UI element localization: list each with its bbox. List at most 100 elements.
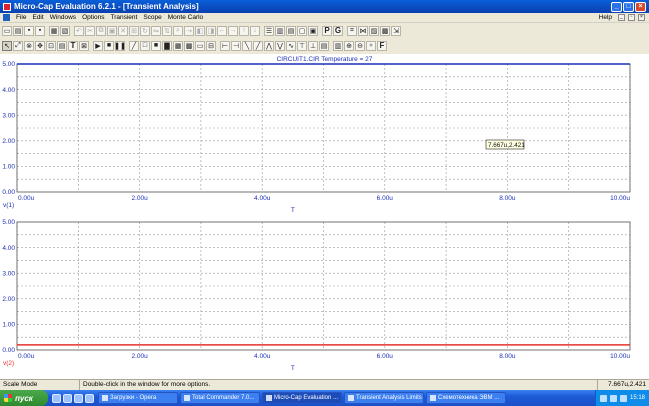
title-bar[interactable]: Micro-Cap Evaluation 6.2.1 - [Transient … <box>0 0 649 13</box>
fill-tool-icon[interactable]: ■ <box>151 40 161 51</box>
low-icon[interactable]: ⋁ <box>275 40 285 51</box>
clear-icon[interactable]: ✕ <box>118 25 128 36</box>
arrow-right-icon[interactable]: → <box>228 25 238 36</box>
cascade-icon[interactable]: ▤ <box>286 25 296 36</box>
find-icon[interactable]: ⌕ <box>173 25 183 36</box>
start-button[interactable]: пуск <box>0 390 48 406</box>
mdi-restore-button[interactable]: ▫ <box>628 14 635 21</box>
plot-pane-top[interactable]: 5.00 4.00 3.00 2.00 1.00 0.000.00u 2.00u 4.00u 6… <box>2 61 631 214</box>
properties-button[interactable]: P <box>322 25 332 36</box>
stop-icon[interactable]: ■ <box>104 40 114 51</box>
bring-front-icon[interactable]: ◧ <box>195 25 205 36</box>
table-icon[interactable]: ▤ <box>319 40 329 51</box>
tile-horizontal-icon[interactable]: ☰ <box>264 25 274 36</box>
select-arrow-icon[interactable]: ↖ <box>2 40 12 51</box>
window-next-icon[interactable]: ▣ <box>308 25 318 36</box>
grid-fine-icon[interactable]: ▦ <box>173 40 183 51</box>
print-preview-icon[interactable]: ▧ <box>60 25 70 36</box>
probe-icon[interactable]: ▨ <box>369 25 379 36</box>
print-icon[interactable]: ▦ <box>49 25 59 36</box>
menu-scope[interactable]: Scope <box>140 14 164 21</box>
flip-icon[interactable]: ⇅ <box>162 25 172 36</box>
menu-monte-carlo[interactable]: Monte Carlo <box>165 14 206 21</box>
grid-icon[interactable]: ▩ <box>184 40 194 51</box>
link-icon[interactable]: ⊗ <box>24 40 34 51</box>
minimize-button[interactable]: _ <box>611 1 622 12</box>
text-tool-button[interactable]: T <box>68 40 78 51</box>
menu-windows[interactable]: Windows <box>47 14 79 21</box>
send-back-icon[interactable]: ◨ <box>206 25 216 36</box>
menu-file[interactable]: File <box>13 14 29 21</box>
scale-mode-icon[interactable]: ⤢ <box>13 40 23 51</box>
arrow-left-icon[interactable]: ← <box>217 25 227 36</box>
taskbar-item[interactable]: Transient Analysis Limits <box>344 392 424 404</box>
menu-help[interactable]: Help <box>596 14 615 21</box>
taskbar-item[interactable]: Загрузки - Opera <box>98 392 178 404</box>
close-button[interactable]: × <box>635 1 646 12</box>
mdi-minimize-button[interactable]: _ <box>618 14 625 21</box>
global-high-icon[interactable]: ⊤ <box>297 40 307 51</box>
run-icon[interactable]: ▶ <box>93 40 103 51</box>
quick-launch-icon[interactable] <box>63 393 72 403</box>
document-icon[interactable] <box>3 14 10 21</box>
transient-plot[interactable]: 5.004.003.002.001.000.000.00u 2.00u 4.00u 6… <box>0 54 649 379</box>
help-icon[interactable]: ⇲ <box>391 25 401 36</box>
tile-vertical-icon[interactable]: ▥ <box>275 25 285 36</box>
taskbar-item[interactable]: Total Commander 7.0... <box>180 392 260 404</box>
data-points-icon[interactable]: ▥ <box>333 40 343 51</box>
quick-launch-icon[interactable] <box>74 393 83 403</box>
global-low-icon[interactable]: ⊥ <box>308 40 318 51</box>
undo-icon[interactable]: ↶ <box>74 25 84 36</box>
slope-icon[interactable]: ╱ <box>253 40 263 51</box>
tag-icon[interactable]: ⊠ <box>79 40 89 51</box>
line-tool-icon[interactable]: ╱ <box>129 40 139 51</box>
high-icon[interactable]: ⋀ <box>264 40 274 51</box>
peak-left-icon[interactable]: ⊢ <box>220 40 230 51</box>
quick-launch-icon[interactable] <box>85 393 94 403</box>
taskbar-item[interactable]: Схемотехника ЭВМ ... <box>426 392 506 404</box>
cut-icon[interactable]: ✂ <box>85 25 95 36</box>
menu-transient[interactable]: Transient <box>107 14 140 21</box>
save-icon[interactable]: ▪ <box>24 25 34 36</box>
quick-launch-icon[interactable] <box>52 393 61 403</box>
menu-options[interactable]: Options <box>79 14 107 21</box>
open-folder-icon[interactable]: ▤ <box>13 25 23 36</box>
select-all-icon[interactable]: ⊞ <box>129 25 139 36</box>
valley-icon[interactable]: ╲ <box>242 40 252 51</box>
zoom-out-icon[interactable]: ⊖ <box>355 40 365 51</box>
tray-icon[interactable] <box>619 394 627 402</box>
mdi-close-button[interactable]: × <box>638 14 645 21</box>
new-file-icon[interactable]: ▭ <box>2 25 12 36</box>
arrow-up-icon[interactable]: ↑ <box>239 25 249 36</box>
disabled-icon[interactable]: ● <box>366 40 376 51</box>
box-icon[interactable]: ▭ <box>195 40 205 51</box>
maximize-button[interactable]: □ <box>623 1 634 12</box>
globals-button[interactable]: G <box>333 25 343 36</box>
paste-icon[interactable]: ▣ <box>107 25 117 36</box>
cursor-readout[interactable]: 7.667u,2.421 <box>485 139 525 150</box>
cursor-mode-icon[interactable]: ✥ <box>35 40 45 51</box>
step-icon[interactable]: ⇢ <box>184 25 194 36</box>
analysis-icon[interactable]: ⋈ <box>358 25 368 36</box>
zoom-in-icon[interactable]: ⊕ <box>344 40 354 51</box>
mirror-icon[interactable]: ⇋ <box>151 25 161 36</box>
font-button[interactable]: F <box>377 40 387 51</box>
arrow-down-icon[interactable]: ↓ <box>250 25 260 36</box>
rectangle-tool-icon[interactable]: □ <box>140 40 150 51</box>
inflection-icon[interactable]: ∿ <box>286 40 296 51</box>
menu-edit[interactable]: Edit <box>29 14 46 21</box>
rotate-icon[interactable]: ↻ <box>140 25 150 36</box>
save-all-icon[interactable]: ▪ <box>35 25 45 36</box>
peak-right-icon[interactable]: ⊣ <box>231 40 241 51</box>
taskbar-item-active[interactable]: Micro-Cap Evaluation ... <box>262 392 342 404</box>
split-icon[interactable]: ⊟ <box>206 40 216 51</box>
filled-rect-icon[interactable]: ▇ <box>162 40 172 51</box>
limits-icon[interactable]: ▩ <box>380 25 390 36</box>
graphic-icon[interactable]: ▤ <box>57 40 67 51</box>
plot-pane-bottom[interactable]: 5.00 4.00 3.00 2.00 1.00 0.000.00u 2.00u 4.00u 6… <box>2 219 631 372</box>
point-icon[interactable]: ⊡ <box>46 40 56 51</box>
pause-icon[interactable]: ❚❚ <box>114 40 126 51</box>
component-icon[interactable]: ⌗ <box>347 25 357 36</box>
window-list-icon[interactable]: ▢ <box>297 25 307 36</box>
tray-icon[interactable] <box>599 394 607 402</box>
